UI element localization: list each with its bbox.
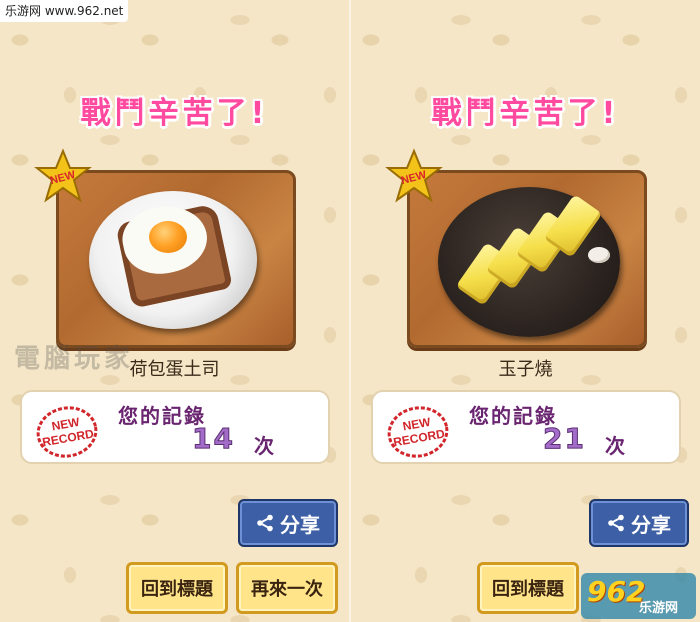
result-panel-right: 戰鬥辛苦了! NEW 玉子燒 NEW RECORD 您的記錄 21 次 分享 回… (351, 0, 700, 622)
corner-watermark-text: 乐游网 (639, 601, 679, 616)
share-label: 分享 (631, 512, 671, 537)
record-unit: 次 (605, 434, 625, 458)
record-count: 21 (543, 422, 586, 456)
record-box: NEW RECORD 您的記錄 21 次 (371, 390, 681, 464)
share-label: 分享 (280, 512, 320, 537)
result-panel-left: 戰鬥辛苦了! NEW 荷包蛋土司 NEW RECORD 您的記錄 14 次 分享… (0, 0, 349, 622)
play-again-button[interactable]: 再來一次 (236, 562, 338, 614)
site-watermark: 乐游网 www.962.net (0, 0, 129, 22)
dish-name: 玉子燒 (498, 359, 553, 380)
svg-text:RECORD: RECORD (392, 426, 446, 449)
dark-plate (438, 187, 620, 337)
sheriff-star-icon: NEW (34, 148, 92, 203)
back-to-title-button[interactable]: 回到標題 (126, 562, 228, 614)
record-count: 14 (192, 422, 235, 456)
share-button[interactable]: 分享 (589, 499, 689, 547)
share-icon (608, 514, 624, 532)
record-unit: 次 (254, 434, 274, 458)
share-button[interactable]: 分享 (238, 499, 338, 547)
corner-watermark-number: 962 (587, 575, 646, 608)
egg-yolk-image (149, 221, 187, 253)
result-title: 戰鬥辛苦了! (431, 96, 620, 131)
new-record-stamp-icon: NEW RECORD (387, 406, 449, 458)
back-to-title-button[interactable]: 回到標題 (477, 562, 579, 614)
watermark-mid: 電腦玩家 (14, 344, 135, 374)
share-icon (257, 514, 273, 532)
white-plate (89, 191, 257, 329)
result-title: 戰鬥辛苦了! (80, 96, 269, 131)
grated-radish-image (588, 247, 610, 263)
svg-text:RECORD: RECORD (41, 426, 95, 449)
corner-watermark-logo: 962 乐游网 (581, 573, 696, 619)
sheriff-star-icon: NEW (385, 148, 443, 203)
